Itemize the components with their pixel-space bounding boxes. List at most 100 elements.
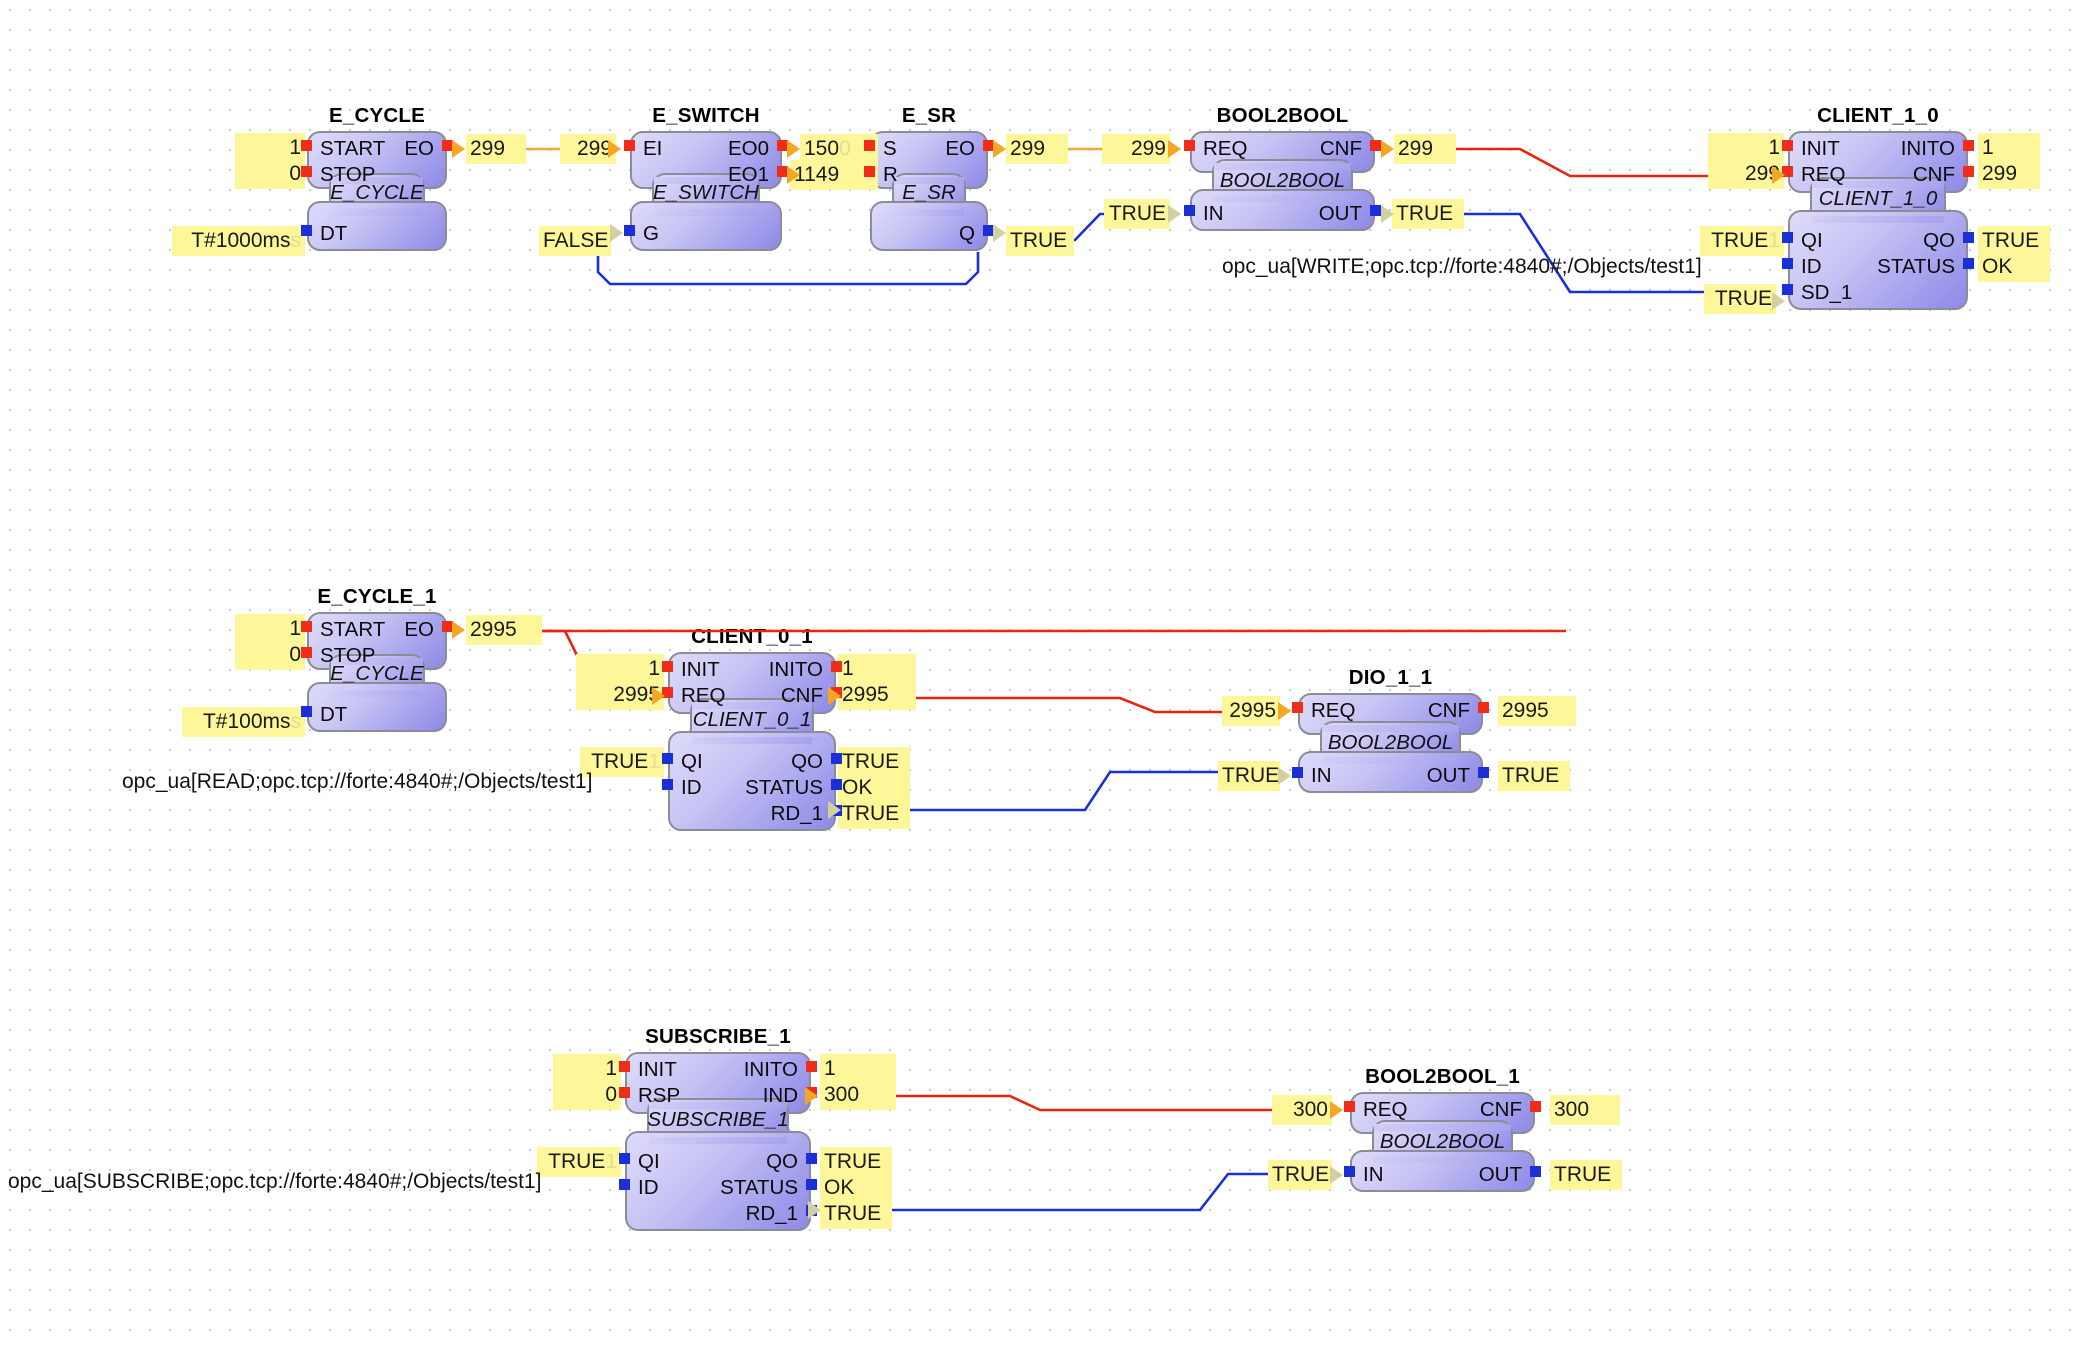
pin-cnf[interactable]	[1478, 702, 1489, 713]
port-cnf[interactable]: CNF	[781, 685, 823, 706]
pin-inito[interactable]	[1963, 140, 1974, 151]
port-eo[interactable]: EO	[945, 138, 975, 159]
pin-cnf[interactable]	[1370, 140, 1381, 151]
port-start[interactable]: START	[320, 138, 385, 159]
port-eo1[interactable]: EO1	[728, 164, 769, 185]
pin-status[interactable]	[831, 779, 842, 790]
port-ei[interactable]: EI	[643, 138, 662, 159]
pin-status[interactable]	[806, 1179, 817, 1190]
pin-req[interactable]	[1184, 140, 1195, 151]
port-status[interactable]: STATUS	[745, 777, 823, 798]
port-qo[interactable]: QO	[766, 1151, 798, 1172]
pin-ei[interactable]	[624, 140, 635, 151]
port-stop[interactable]: STOP	[320, 645, 375, 666]
port-inito[interactable]: INITO	[769, 659, 823, 680]
port-rd1[interactable]: RD_1	[771, 803, 823, 824]
port-q[interactable]: Q	[959, 223, 975, 244]
pin-in[interactable]	[1184, 205, 1195, 216]
fb-network-layer[interactable]: E_CYCLE E_CYCLE START STOP EO DT 1 0 T#1…	[0, 0, 2088, 1348]
port-init[interactable]: INIT	[681, 659, 720, 680]
pin-in[interactable]	[1292, 767, 1303, 778]
port-qo[interactable]: QO	[1923, 230, 1955, 251]
pin-qo[interactable]	[1963, 232, 1974, 243]
pin-inito[interactable]	[831, 661, 842, 672]
port-req[interactable]: REQ	[1801, 164, 1845, 185]
pin-init[interactable]	[1782, 140, 1793, 151]
port-status[interactable]: STATUS	[1877, 256, 1955, 277]
pin-s[interactable]	[864, 140, 875, 151]
fb-e-switch[interactable]: E_SWITCH E_SWITCH EI EO0 EO1 G	[624, 104, 788, 251]
pin-out[interactable]	[1478, 767, 1489, 778]
pin-qo[interactable]	[806, 1153, 817, 1164]
port-qo[interactable]: QO	[791, 751, 823, 772]
pin-start[interactable]	[301, 140, 312, 151]
pin-qo[interactable]	[831, 753, 842, 764]
pin-init[interactable]	[619, 1061, 630, 1072]
port-inito[interactable]: INITO	[1901, 138, 1955, 159]
pin-start[interactable]	[301, 621, 312, 632]
pin-req[interactable]	[1344, 1101, 1355, 1112]
port-inito[interactable]: INITO	[744, 1059, 798, 1080]
pin-cnf[interactable]	[1530, 1101, 1541, 1112]
port-qi[interactable]: QI	[681, 751, 703, 772]
port-cnf[interactable]: CNF	[1480, 1099, 1522, 1120]
port-init[interactable]: INIT	[638, 1059, 677, 1080]
fb-bool2bool[interactable]: BOOL2BOOL BOOL2BOOL REQ CNF IN OUT	[1184, 104, 1381, 231]
port-eo[interactable]: EO	[404, 138, 434, 159]
port-ind[interactable]: IND	[763, 1085, 798, 1106]
pin-g[interactable]	[624, 225, 635, 236]
pin-id[interactable]	[1782, 258, 1793, 269]
port-id[interactable]: ID	[681, 777, 702, 798]
port-status[interactable]: STATUS	[720, 1177, 798, 1198]
port-qi[interactable]: QI	[638, 1151, 660, 1172]
port-dt[interactable]: DT	[320, 704, 347, 725]
port-start[interactable]: START	[320, 619, 385, 640]
port-g[interactable]: G	[643, 223, 659, 244]
fb-e-cycle[interactable]: E_CYCLE E_CYCLE START STOP EO DT	[301, 104, 453, 251]
pin-init[interactable]	[662, 661, 673, 672]
port-cnf[interactable]: CNF	[1428, 700, 1470, 721]
fb-bool2bool-1[interactable]: BOOL2BOOL_1 BOOL2BOOL REQ CNF IN OUT	[1344, 1065, 1541, 1192]
port-id[interactable]: ID	[638, 1177, 659, 1198]
port-r[interactable]: R	[883, 164, 898, 185]
port-init[interactable]: INIT	[1801, 138, 1840, 159]
pin-qi[interactable]	[619, 1153, 630, 1164]
port-dt[interactable]: DT	[320, 223, 347, 244]
pin-rsp[interactable]	[619, 1087, 630, 1098]
port-stop[interactable]: STOP	[320, 164, 375, 185]
port-req[interactable]: REQ	[1363, 1099, 1407, 1120]
fb-subscribe-1[interactable]: SUBSCRIBE_1 SUBSCRIBE_1 INIT RSP INITO I…	[619, 1025, 817, 1231]
port-sd1[interactable]: SD_1	[1801, 282, 1852, 303]
port-in[interactable]: IN	[1203, 203, 1224, 224]
pin-cnf[interactable]	[1963, 166, 1974, 177]
pin-dt[interactable]	[301, 706, 312, 717]
pin-id[interactable]	[619, 1179, 630, 1190]
pin-status[interactable]	[1963, 258, 1974, 269]
pin-inito[interactable]	[806, 1061, 817, 1072]
port-cnf[interactable]: CNF	[1913, 164, 1955, 185]
pin-qi[interactable]	[1782, 232, 1793, 243]
pin-out[interactable]	[1370, 205, 1381, 216]
port-rd1[interactable]: RD_1	[746, 1203, 798, 1224]
pin-id[interactable]	[662, 779, 673, 790]
pin-stop[interactable]	[301, 647, 312, 658]
fb-client-0-1[interactable]: CLIENT_0_1 CLIENT_0_1 INIT REQ INITO CNF…	[662, 625, 842, 831]
fb-e-cycle-1[interactable]: E_CYCLE_1 E_CYCLE START STOP EO DT	[301, 585, 453, 732]
port-out[interactable]: OUT	[1427, 765, 1470, 786]
pin-out[interactable]	[1530, 1166, 1541, 1177]
pin-r[interactable]	[864, 166, 875, 177]
pin-stop[interactable]	[301, 166, 312, 177]
port-s[interactable]: S	[883, 138, 897, 159]
fb-e-sr[interactable]: E_SR E_SR S R EO Q	[864, 104, 994, 251]
port-req[interactable]: REQ	[1203, 138, 1247, 159]
port-id[interactable]: ID	[1801, 256, 1822, 277]
pin-dt[interactable]	[301, 225, 312, 236]
fb-dio-1-1[interactable]: DIO_1_1 BOOL2BOOL REQ CNF IN OUT	[1292, 666, 1489, 793]
port-in[interactable]: IN	[1311, 765, 1332, 786]
port-out[interactable]: OUT	[1479, 1164, 1522, 1185]
port-req[interactable]: REQ	[681, 685, 725, 706]
fb-client-1-0[interactable]: CLIENT_1_0 CLIENT_1_0 INIT REQ INITO CNF…	[1782, 104, 1974, 310]
pin-qi[interactable]	[662, 753, 673, 764]
pin-in[interactable]	[1344, 1166, 1355, 1177]
port-req[interactable]: REQ	[1311, 700, 1355, 721]
